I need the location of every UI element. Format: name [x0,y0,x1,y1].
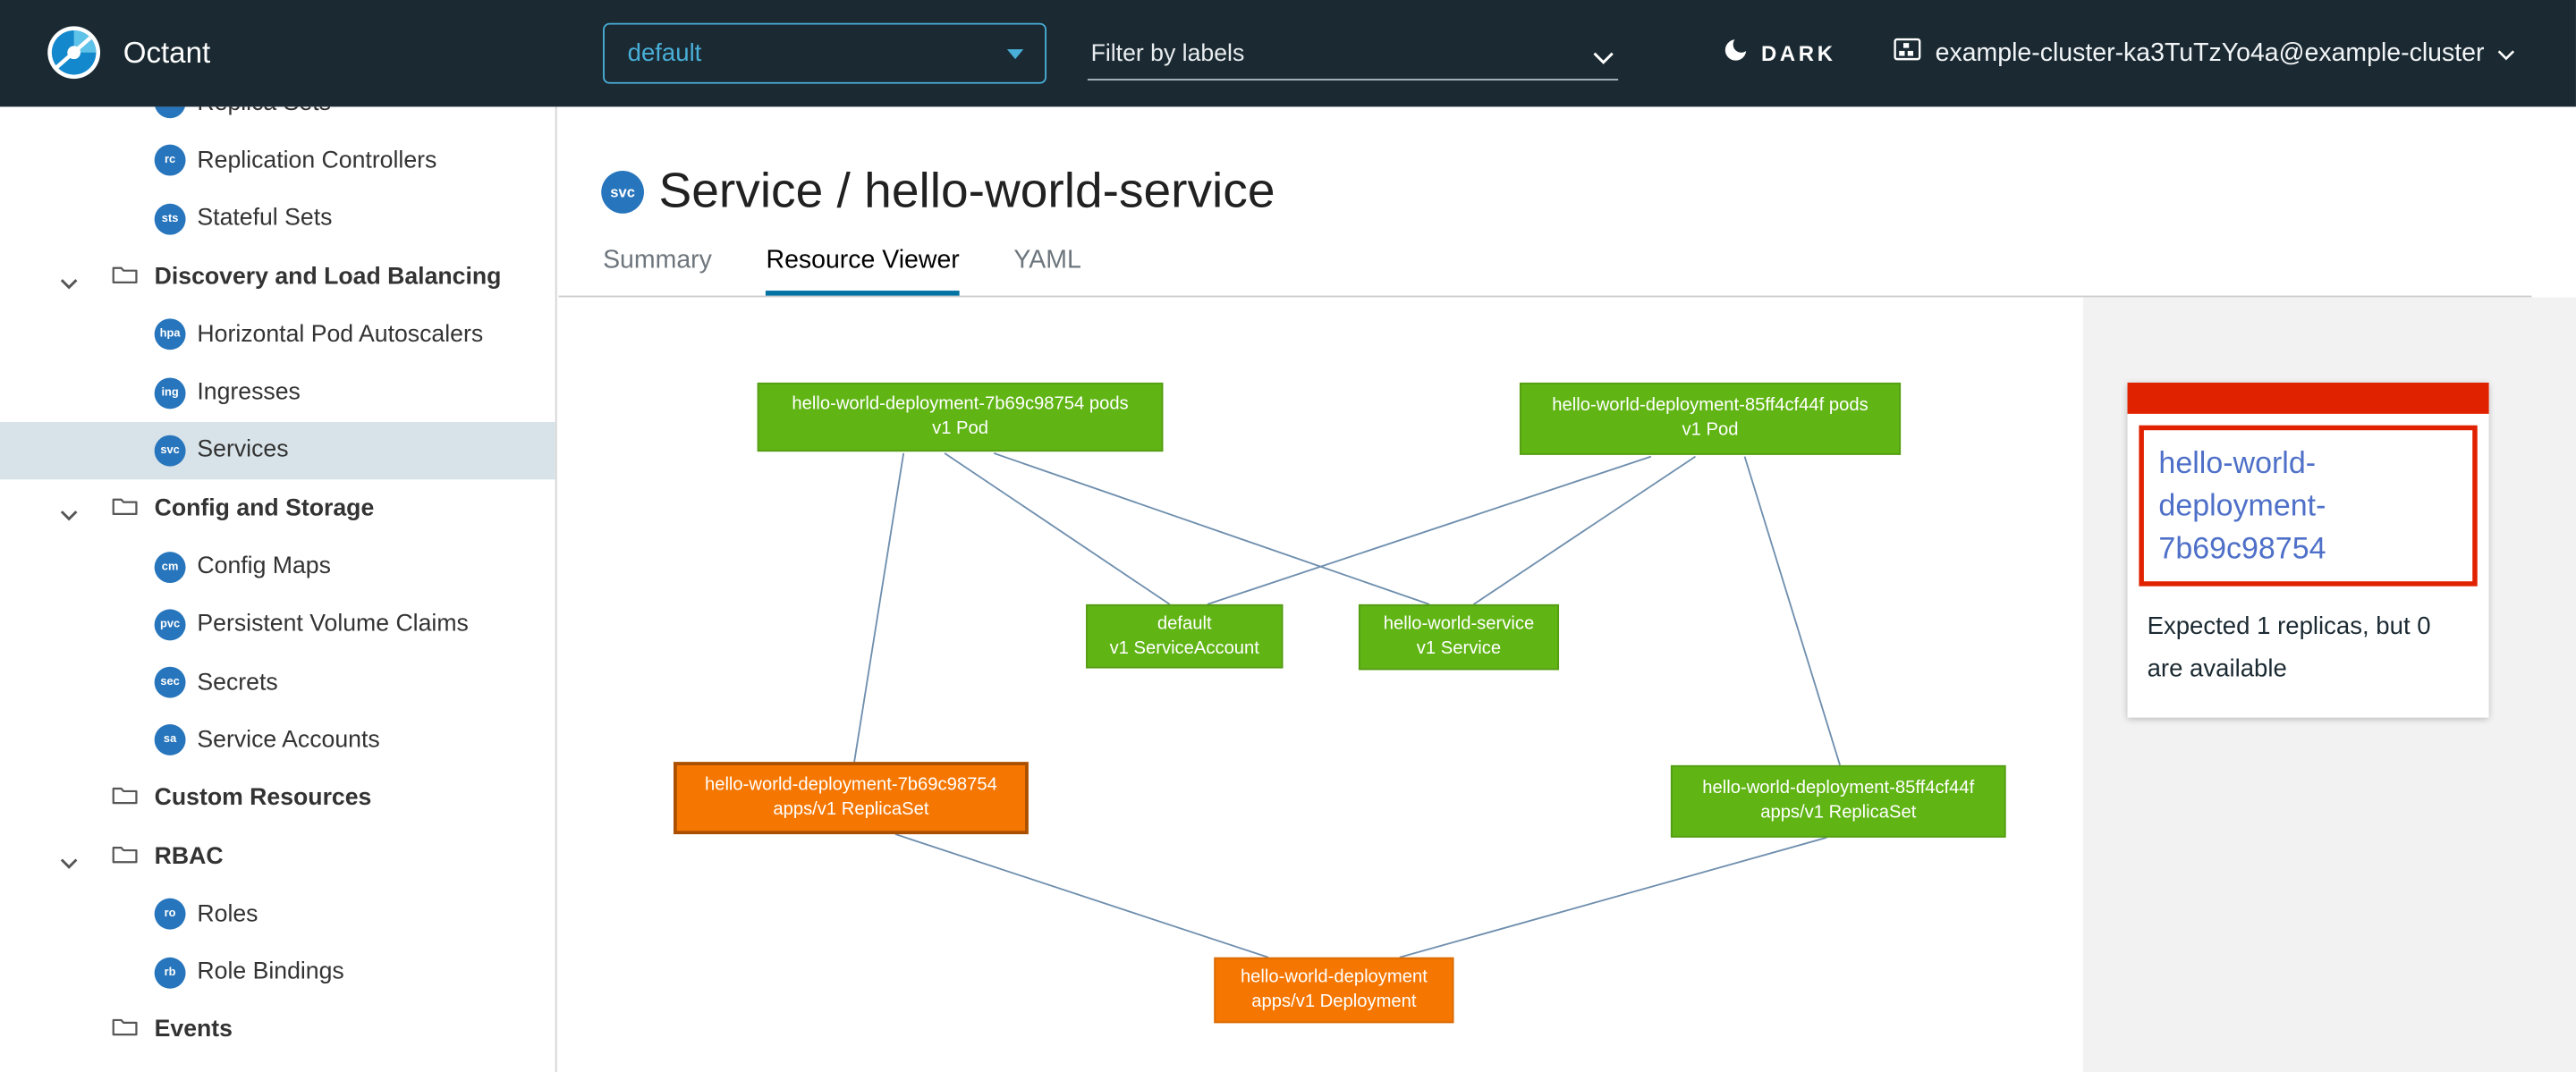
sidebar-item-role-bindings[interactable]: rb Role Bindings [0,943,555,1001]
sidebar-item-replication-controllers[interactable]: rc Replication Controllers [0,131,555,190]
page-header: svc Service / hello-world-service [601,165,1275,220]
sidebar-nav: rs Replica Sets rc Replication Controlle… [0,106,557,1072]
service-icon: svc [601,171,644,214]
service-account-icon: sa [155,725,186,756]
sidebar-item-horizontal-pod-autoscalers[interactable]: hpa Horizontal Pod Autoscalers [0,306,555,364]
sidebar-item-ingresses[interactable]: ing Ingresses [0,364,555,422]
theme-toggle[interactable]: DARK [1722,0,1836,106]
role-icon: ro [155,899,186,930]
tab-bar: Summary Resource Viewer YAML [603,247,1081,296]
cluster-icon [1893,36,1922,71]
sidebar-item-persistent-volume-claims[interactable]: pvc Persistent Volume Claims [0,595,555,654]
graph-node-pods-7b69c98754[interactable]: hello-world-deployment-7b69c98754 pods v… [758,383,1164,452]
sidebar-item-service-accounts[interactable]: sa Service Accounts [0,712,555,770]
label-filter-input[interactable] [1088,30,1574,79]
selected-node-highlight: hello-world-deployment-7b69c98754 [2139,426,2477,587]
folder-icon [112,783,138,813]
secret-icon: sec [155,667,186,698]
graph-node-replicaset-7b69c98754[interactable]: hello-world-deployment-7b69c98754 apps/v… [674,762,1029,834]
folder-icon [112,1016,138,1045]
ingress-icon: ing [155,377,186,409]
folder-icon [112,841,138,871]
sidebar-item-roles[interactable]: ro Roles [0,885,555,943]
octant-logo-icon[interactable] [46,25,101,80]
graph-node-deployment[interactable]: hello-world-deployment apps/v1 Deploymen… [1214,958,1453,1023]
service-icon: svc [155,435,186,467]
folder-icon [112,262,138,291]
tab-resource-viewer[interactable]: Resource Viewer [767,247,960,296]
label-filter [1088,30,1618,80]
pvc-icon: pvc [155,609,186,640]
status-danger-strip [2128,383,2489,414]
node-detail-card: hello-world-deployment-7b69c98754 Expect… [2128,383,2489,718]
replica-set-icon: rs [155,106,186,118]
graph-node-service[interactable]: hello-world-service v1 Service [1359,604,1559,670]
octant-app: Octant default DARK [0,0,2576,1072]
app-header: Octant default DARK [0,0,2576,106]
moon-icon [1722,35,1750,71]
chevron-down-icon[interactable] [1592,45,1615,74]
graph-node-service-account[interactable]: default v1 ServiceAccount [1086,604,1283,669]
sidebar-section-discovery-load-balancing[interactable]: Discovery and Load Balancing [0,248,555,306]
graph-node-pods-85ff4cf44f[interactable]: hello-world-deployment-85ff4cf44f pods v… [1520,383,1901,455]
selected-node-link[interactable]: hello-world-deployment-7b69c98754 [2158,442,2457,570]
sidebar-item-stateful-sets[interactable]: sts Stateful Sets [0,190,555,248]
config-map-icon: cm [155,551,186,582]
hpa-icon: hpa [155,319,186,350]
context-selector[interactable]: example-cluster-ka3TuTzYo4a@example-clus… [1893,0,2515,106]
sidebar-item-config-maps[interactable]: cm Config Maps [0,537,555,595]
chevron-down-icon[interactable] [59,502,79,516]
folder-icon [112,494,138,523]
chevron-down-icon[interactable] [59,270,79,283]
sidebar-section-config-and-storage[interactable]: Config and Storage [0,479,555,537]
node-status-message: Expected 1 replicas, but 0 are available [2128,598,2489,718]
caret-down-icon [1007,49,1023,59]
chevron-slot [59,1024,79,1037]
sidebar-item-replica-sets[interactable]: rs Replica Sets [0,106,555,131]
chevron-slot [59,792,79,806]
theme-toggle-label: DARK [1761,41,1836,66]
node-detail-panel: hello-world-deployment-7b69c98754 Expect… [2083,297,2576,1072]
tab-yaml[interactable]: YAML [1013,247,1080,296]
chevron-down-icon[interactable] [59,849,79,863]
sidebar-section-events[interactable]: Events [0,1001,555,1059]
stateful-set-icon: sts [155,203,186,234]
namespace-dropdown[interactable]: default [603,23,1046,84]
page-title: Service / hello-world-service [659,165,1275,220]
tab-summary[interactable]: Summary [603,247,712,296]
role-binding-icon: rb [155,957,186,988]
graph-node-replicaset-85ff4cf44f[interactable]: hello-world-deployment-85ff4cf44f apps/v… [1671,765,2006,838]
namespace-value: default [628,25,702,82]
app-title: Octant [123,0,210,106]
context-label: example-cluster-ka3TuTzYo4a@example-clus… [1936,38,2485,68]
replication-controller-icon: rc [155,145,186,176]
chevron-down-icon [2497,38,2515,68]
sidebar-item-services[interactable]: svc Services [0,422,555,480]
sidebar-item-secrets[interactable]: sec Secrets [0,654,555,712]
sidebar-section-custom-resources[interactable]: Custom Resources [0,770,555,828]
sidebar-section-rbac[interactable]: RBAC [0,827,555,885]
